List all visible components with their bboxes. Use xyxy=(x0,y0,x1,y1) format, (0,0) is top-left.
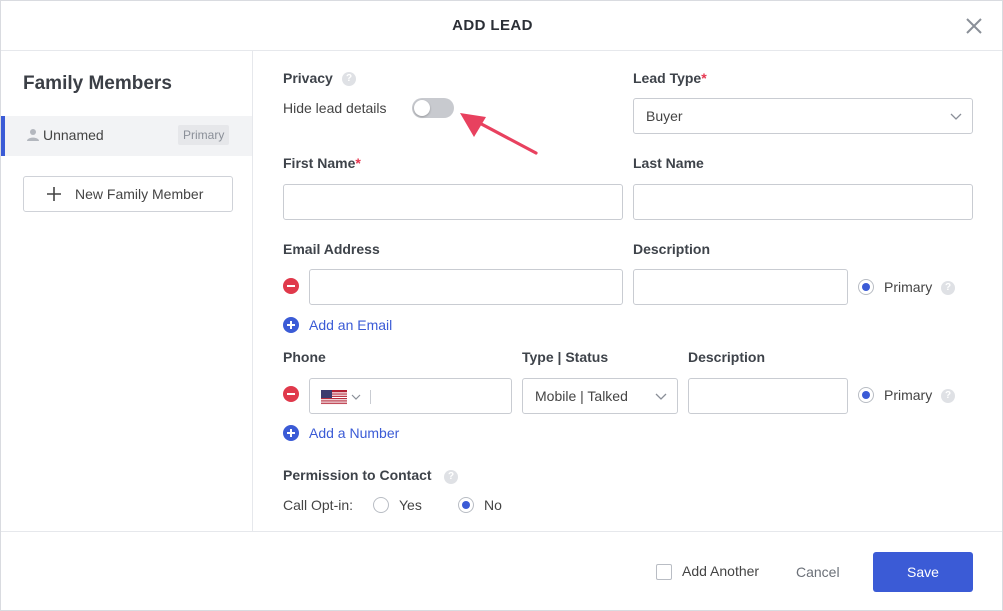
hide-lead-details-toggle[interactable] xyxy=(412,98,454,118)
chevron-down-icon[interactable] xyxy=(351,394,361,401)
chevron-down-icon xyxy=(950,113,962,120)
add-number-icon[interactable] xyxy=(283,425,299,441)
phone-divider xyxy=(370,390,371,404)
help-icon[interactable]: ? xyxy=(941,281,955,295)
lead-type-select[interactable]: Buyer xyxy=(633,98,973,134)
phone-description-label: Description xyxy=(688,349,766,365)
chevron-down-icon xyxy=(655,393,667,400)
modal-title: ADD LEAD xyxy=(452,17,533,34)
call-opt-in-no-label: No xyxy=(484,497,502,513)
person-icon xyxy=(27,128,39,147)
add-lead-modal: ADD LEAD Family Members Unnamed Primary … xyxy=(0,0,1003,611)
email-primary-label: Primary xyxy=(884,279,933,295)
save-button[interactable]: Save xyxy=(873,552,973,592)
new-family-member-button[interactable]: New Family Member xyxy=(23,176,233,212)
help-icon[interactable]: ? xyxy=(444,470,458,484)
phone-label: Phone xyxy=(283,349,326,365)
sidebar-title: Family Members xyxy=(23,73,172,94)
phone-primary-radio[interactable] xyxy=(858,387,874,403)
add-email-link[interactable]: Add an Email xyxy=(309,317,392,333)
add-number-link[interactable]: Add a Number xyxy=(309,425,399,441)
phone-primary-label: Primary xyxy=(884,387,933,403)
privacy-label: Privacy xyxy=(283,70,333,86)
first-name-label: First Name* xyxy=(283,155,361,171)
modal-footer xyxy=(1,531,1002,611)
type-status-select[interactable]: Mobile | Talked xyxy=(522,378,678,414)
add-email-icon[interactable] xyxy=(283,317,299,333)
phone-input[interactable] xyxy=(309,378,512,414)
call-opt-in-yes-label: Yes xyxy=(399,497,422,513)
us-flag-icon[interactable] xyxy=(321,390,347,405)
family-members-sidebar: Family Members Unnamed Primary New Famil… xyxy=(1,51,253,531)
call-opt-in-label: Call Opt-in: xyxy=(283,497,354,513)
type-status-label: Type | Status xyxy=(522,349,609,365)
permission-to-contact-label: Permission to Contact xyxy=(283,467,432,483)
type-status-value: Mobile | Talked xyxy=(535,388,628,404)
last-name-input[interactable] xyxy=(633,184,973,220)
cancel-button[interactable]: Cancel xyxy=(796,564,840,580)
lead-type-value: Buyer xyxy=(646,108,683,124)
last-name-label: Last Name xyxy=(633,155,704,171)
remove-phone-icon[interactable] xyxy=(283,386,299,402)
email-primary-radio[interactable] xyxy=(858,279,874,295)
help-icon[interactable]: ? xyxy=(342,72,356,86)
add-another-checkbox[interactable] xyxy=(656,564,672,580)
email-description-label: Description xyxy=(633,241,711,257)
family-member-item[interactable]: Unnamed Primary xyxy=(1,116,252,156)
annotation-arrow-icon xyxy=(460,113,538,155)
call-opt-in-no-radio[interactable] xyxy=(458,497,474,513)
email-description-input[interactable] xyxy=(633,269,848,305)
phone-description-input[interactable] xyxy=(688,378,848,414)
modal-header: ADD LEAD xyxy=(1,1,1002,51)
call-opt-in-yes-radio[interactable] xyxy=(373,497,389,513)
toggle-knob xyxy=(414,100,430,116)
plus-icon xyxy=(46,186,62,207)
first-name-input[interactable] xyxy=(283,184,623,220)
primary-badge: Primary xyxy=(178,125,230,145)
add-another-label: Add Another xyxy=(682,563,760,579)
family-member-name: Unnamed xyxy=(43,127,104,143)
hide-lead-details-label: Hide lead details xyxy=(283,100,387,116)
new-family-member-label: New Family Member xyxy=(75,186,204,202)
lead-type-label: Lead Type* xyxy=(633,70,707,86)
help-icon[interactable]: ? xyxy=(941,389,955,403)
email-address-label: Email Address xyxy=(283,241,380,257)
remove-email-icon[interactable] xyxy=(283,278,299,294)
email-input[interactable] xyxy=(309,269,623,305)
close-icon[interactable] xyxy=(963,15,985,37)
